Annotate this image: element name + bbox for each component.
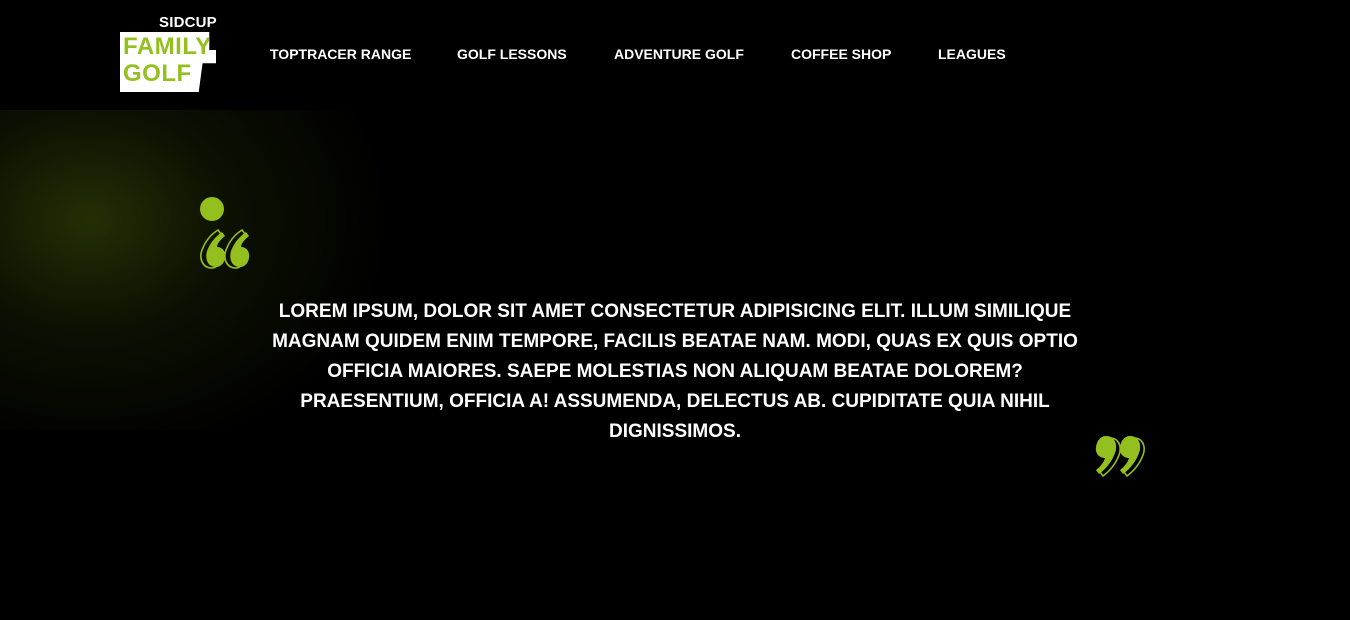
site-header: SIDCUP FAMILY GOLF TOPTRACER RANGE GOLF … (0, 0, 1350, 110)
page: SIDCUP FAMILY GOLF TOPTRACER RANGE GOLF … (0, 0, 1350, 620)
logo-sidcup-text: SIDCUP (159, 14, 217, 31)
logo-golf-text: GOLF (123, 60, 192, 87)
logo-badge: FAMILY GOLF (120, 32, 216, 92)
nav-item-toptracer-range[interactable]: TOPTRACER RANGE (270, 46, 411, 62)
site-logo[interactable]: SIDCUP FAMILY GOLF (118, 14, 222, 96)
nav-item-adventure-golf[interactable]: ADVENTURE GOLF (614, 46, 744, 62)
nav-item-leagues[interactable]: LEAGUES (938, 46, 1006, 62)
nav-item-coffee-shop[interactable]: COFFEE SHOP (791, 46, 891, 62)
nav-item-golf-lessons[interactable]: GOLF LESSONS (457, 46, 567, 62)
quote-close-icon (1095, 436, 1145, 478)
quote-open-icon (200, 197, 250, 269)
testimonial-quote: LOREM IPSUM, DOLOR SIT AMET CONSECTETUR … (272, 301, 1078, 442)
logo-family-text: FAMILY (123, 33, 212, 60)
